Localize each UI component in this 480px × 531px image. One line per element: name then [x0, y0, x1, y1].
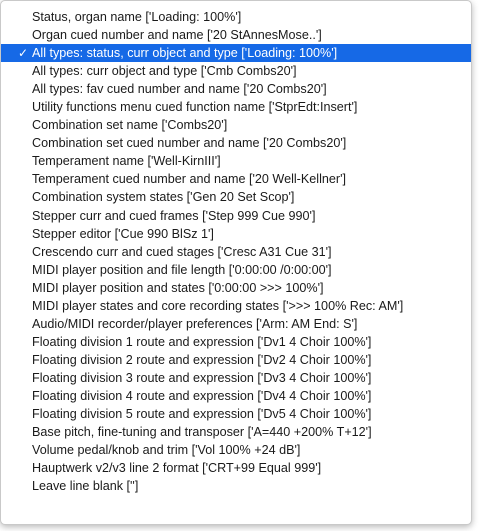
menu-item-label: Floating division 5 route and expression… — [32, 407, 372, 422]
menu-item-label: Organ cued number and name ['20 StAnnesM… — [32, 28, 322, 43]
menu-item-label: Combination set cued number and name ['2… — [32, 136, 347, 151]
menu-item[interactable]: Leave line blank [''] — [1, 477, 471, 495]
menu-item-label: Utility functions menu cued function nam… — [32, 100, 358, 115]
menu-item-label: Combination set name ['Combs20'] — [32, 118, 228, 133]
menu-item[interactable]: Combination set cued number and name ['2… — [1, 134, 471, 152]
menu-item[interactable]: Floating division 4 route and expression… — [1, 387, 471, 405]
menu-item[interactable]: Status, organ name ['Loading: 100%'] — [1, 8, 471, 26]
menu-item-label: All types: fav cued number and name ['20… — [32, 82, 327, 97]
menu-item[interactable]: Floating division 5 route and expression… — [1, 405, 471, 423]
menu-item-label: Hauptwerk v2/v3 line 2 format ['CRT+99 E… — [32, 461, 322, 476]
menu-item-label: Floating division 3 route and expression… — [32, 370, 372, 385]
menu-item-label: Floating division 1 route and expression… — [32, 334, 372, 349]
menu-item[interactable]: Floating division 1 route and expression… — [1, 333, 471, 351]
menu-item[interactable]: Volume pedal/knob and trim ['Vol 100% +2… — [1, 441, 471, 459]
menu-item-label: Temperament cued number and name ['20 We… — [32, 172, 346, 187]
menu-item[interactable]: All types: fav cued number and name ['20… — [1, 80, 471, 98]
menu-item-label: Base pitch, fine-tuning and transposer [… — [32, 425, 372, 440]
menu-item[interactable]: MIDI player position and file length ['0… — [1, 261, 471, 279]
menu-item-label: Leave line blank [''] — [32, 479, 139, 494]
menu-item-label: All types: curr object and type ['Cmb Co… — [32, 64, 297, 79]
menu-item[interactable]: Base pitch, fine-tuning and transposer [… — [1, 423, 471, 441]
menu-item-label: Floating division 2 route and expression… — [32, 352, 372, 367]
menu-item-label: Stepper editor ['Cue 990 BlSz 1'] — [32, 226, 214, 241]
menu-item-label: Audio/MIDI recorder/player preferences [… — [32, 316, 358, 331]
menu-item-label: Stepper curr and cued frames ['Step 999 … — [32, 208, 316, 223]
menu-item-label: Floating division 4 route and expression… — [32, 388, 372, 403]
menu-item-label: MIDI player position and states ['0:00:0… — [32, 280, 324, 295]
menu-item[interactable]: Temperament cued number and name ['20 We… — [1, 170, 471, 188]
menu-item[interactable]: Stepper curr and cued frames ['Step 999 … — [1, 207, 471, 225]
menu-item-label: MIDI player position and file length ['0… — [32, 262, 332, 277]
menu-item-label: Status, organ name ['Loading: 100%'] — [32, 10, 242, 24]
menu-item-label: Temperament name ['Well-KirnIII'] — [32, 154, 221, 169]
menu-item[interactable]: MIDI player position and states ['0:00:0… — [1, 279, 471, 297]
checkmark-icon: ✓ — [17, 46, 29, 61]
menu-item-label: All types: status, curr object and type … — [32, 46, 338, 61]
menu-item[interactable]: Crescendo curr and cued stages ['Cresc A… — [1, 243, 471, 261]
menu-item-label: MIDI player states and core recording st… — [32, 298, 404, 313]
menu-item-label: Volume pedal/knob and trim ['Vol 100% +2… — [32, 443, 301, 458]
menu-item[interactable]: Floating division 3 route and expression… — [1, 369, 471, 387]
menu-item[interactable]: Combination set name ['Combs20'] — [1, 116, 471, 134]
menu-item[interactable]: MIDI player states and core recording st… — [1, 297, 471, 315]
menu-item[interactable]: All types: curr object and type ['Cmb Co… — [1, 62, 471, 80]
menu-item[interactable]: Stepper editor ['Cue 990 BlSz 1'] — [1, 225, 471, 243]
menu-item[interactable]: Audio/MIDI recorder/player preferences [… — [1, 315, 471, 333]
menu-item[interactable]: Floating division 2 route and expression… — [1, 351, 471, 369]
menu-item-label: Combination system states ['Gen 20 Set S… — [32, 190, 295, 205]
display-format-menu: Status, organ name ['Loading: 100%'] Orga… — [0, 0, 472, 525]
menu-item[interactable]: Utility functions menu cued function nam… — [1, 98, 471, 116]
menu-item-label: Crescendo curr and cued stages ['Cresc A… — [32, 244, 332, 259]
menu-item[interactable]: Hauptwerk v2/v3 line 2 format ['CRT+99 E… — [1, 459, 471, 477]
menu-item[interactable]: ✓ All types: status, curr object and type… — [1, 44, 471, 63]
menu-item[interactable]: Organ cued number and name ['20 StAnnesM… — [1, 26, 471, 44]
menu-item[interactable]: Combination system states ['Gen 20 Set S… — [1, 188, 471, 206]
menu-item[interactable]: Temperament name ['Well-KirnIII'] — [1, 152, 471, 170]
